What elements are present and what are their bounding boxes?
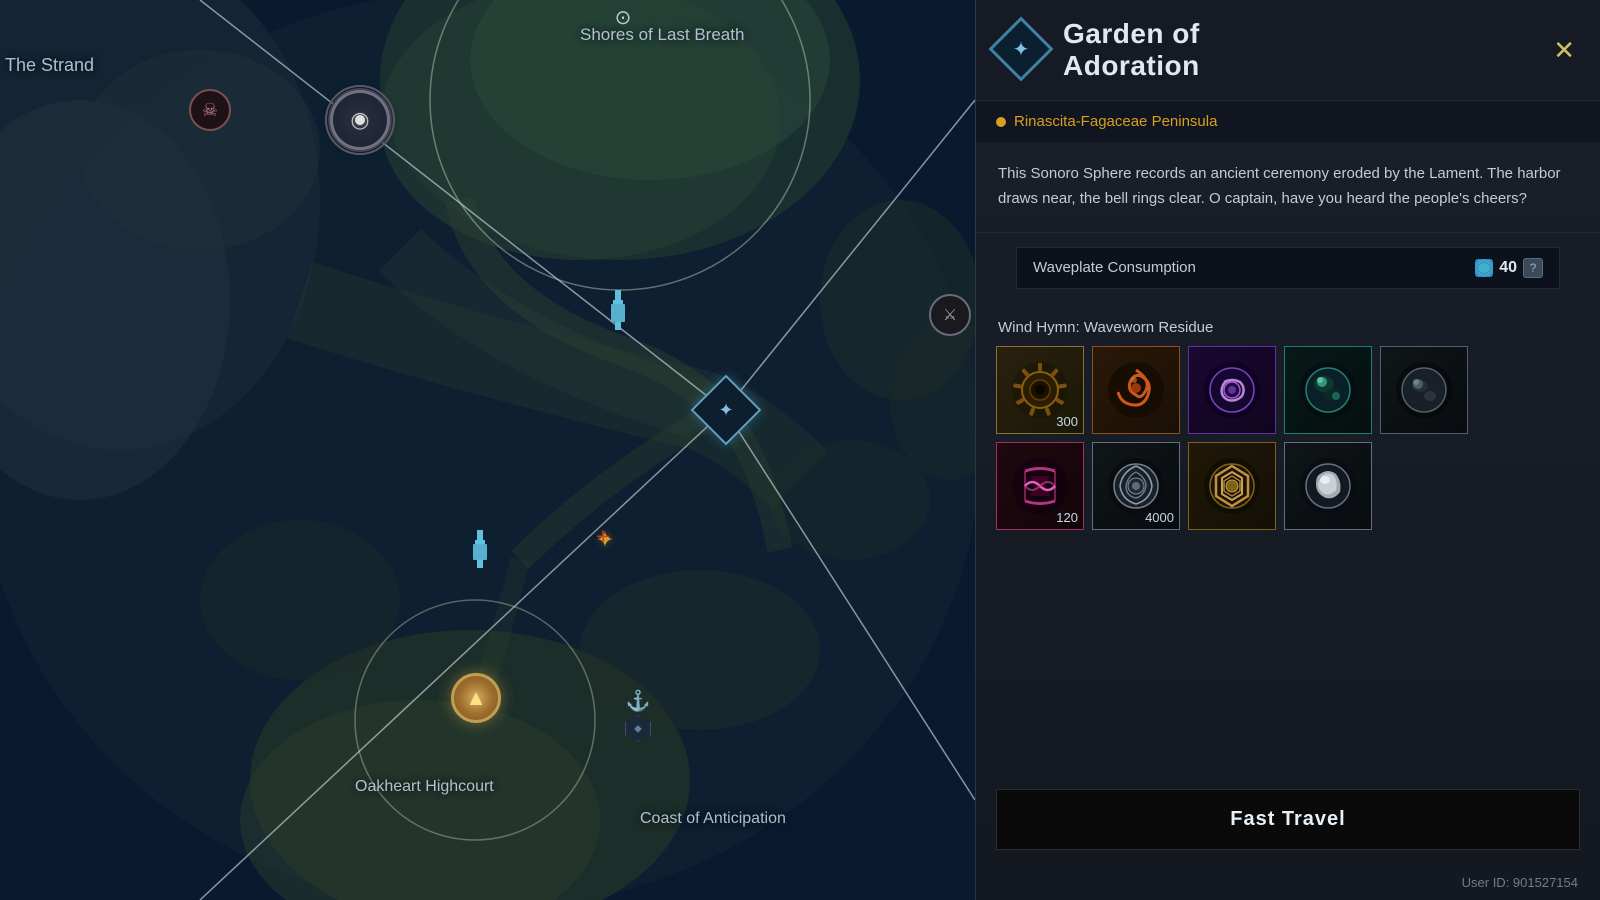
waveplate-label: Waveplate Consumption: [1033, 259, 1196, 276]
location-subtitle: Rinascita-Fagaceae Peninsula: [976, 101, 1600, 142]
map-label-strand: The Strand: [5, 55, 94, 76]
item-slot-2[interactable]: [1092, 346, 1180, 434]
location-name: Rinascita-Fagaceae Peninsula: [1014, 113, 1217, 130]
map-label-oakheart: Oakheart Highcourt: [355, 778, 494, 796]
item-slot-5[interactable]: [1380, 346, 1468, 434]
item-slot-4[interactable]: [1284, 346, 1372, 434]
battle-icon[interactable]: ✦ ✕: [596, 527, 614, 553]
item-slot-8[interactable]: [1188, 442, 1276, 530]
waypoint-marker-top[interactable]: [607, 290, 629, 335]
location-dot: [996, 117, 1006, 127]
player-marker: ▲: [451, 673, 501, 723]
panel-title: Garden of Adoration: [1063, 18, 1291, 82]
waypoint-marker-left[interactable]: [470, 530, 490, 573]
user-id: User ID: 901527154: [976, 870, 1600, 900]
waveplate-value-area: 40 ?: [1475, 258, 1543, 278]
map-area[interactable]: The Strand Shores of Last Breath Oakhear…: [0, 0, 975, 900]
item-slot-6[interactable]: 120: [996, 442, 1084, 530]
waveplate-section: Waveplate Consumption 40 ?: [976, 233, 1600, 303]
close-button[interactable]: ✕: [1548, 30, 1580, 71]
compass-icon[interactable]: ◎: [330, 90, 390, 150]
description-area: This Sonoro Sphere records an ancient ce…: [976, 142, 1600, 233]
description-text: This Sonoro Sphere records an ancient ce…: [998, 162, 1578, 212]
waveplate-row: Waveplate Consumption 40 ?: [1016, 247, 1560, 289]
item-count-6: 120: [1056, 510, 1078, 525]
anchor-icon[interactable]: ⚓ ◆: [625, 689, 651, 742]
items-row-1: 300: [996, 346, 1580, 434]
side-panel: ✦ Garden of Adoration ✕ Rinascita-Fagace…: [975, 0, 1600, 900]
item-count-7: 4000: [1145, 510, 1174, 525]
item-slot-3[interactable]: [1188, 346, 1276, 434]
wind-hymn-label: Wind Hymn: Waveworn Residue: [976, 303, 1600, 346]
location-marker-main[interactable]: ✦: [699, 383, 753, 437]
map-label-coast: Coast of Anticipation: [640, 810, 786, 828]
items-row-2: 120 4000: [996, 442, 1580, 530]
item-count-1: 300: [1056, 414, 1078, 429]
panel-header: ✦ Garden of Adoration ✕: [976, 0, 1600, 101]
item-slot-7[interactable]: 4000: [1092, 442, 1180, 530]
top-decoration-icon: ⊙: [615, 5, 632, 30]
fast-travel-button[interactable]: Fast Travel: [996, 789, 1580, 850]
shield-icon-topleft[interactable]: ☠: [189, 89, 231, 131]
map-label-shores: Shores of Last Breath: [580, 25, 744, 45]
panel-icon: ✦: [996, 24, 1048, 76]
waveplate-gem-icon: [1475, 259, 1493, 277]
items-grid: 300: [976, 346, 1600, 530]
combat-icon-right[interactable]: ⚔: [929, 294, 971, 336]
waveplate-number: 40: [1499, 259, 1517, 277]
help-button[interactable]: ?: [1523, 258, 1543, 278]
item-slot-1[interactable]: 300: [996, 346, 1084, 434]
item-slot-9[interactable]: [1284, 442, 1372, 530]
